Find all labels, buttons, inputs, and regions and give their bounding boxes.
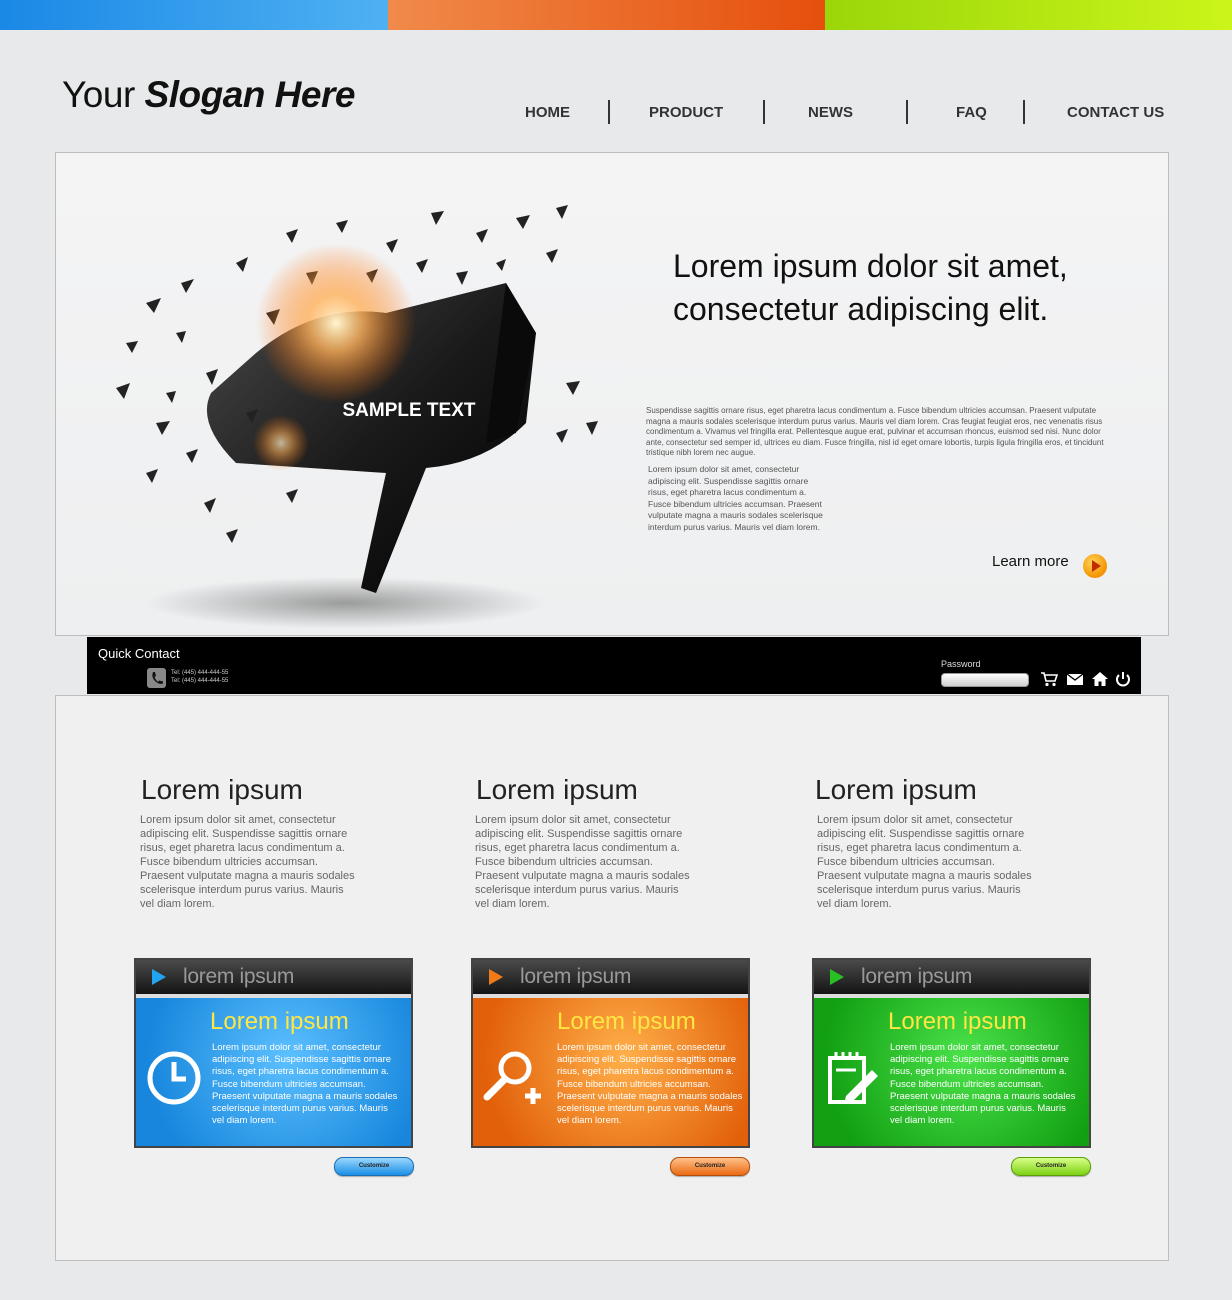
card-title: Lorem ipsum: [888, 1008, 1027, 1035]
feature-card-orange: lorem ipsum Lorem ipsum Lorem ipsum dolo…: [471, 958, 750, 1148]
nav-separator: [763, 100, 765, 124]
customize-button[interactable]: Customize: [1011, 1157, 1091, 1176]
hero-art-label: SAMPLE TEXT: [342, 400, 475, 421]
home-icon[interactable]: [1090, 669, 1110, 689]
card-title: Lorem ipsum: [557, 1008, 696, 1035]
customize-button[interactable]: Customize: [334, 1157, 414, 1176]
phone-icon: [147, 668, 166, 688]
phone-number-2: Tel: (445) 444-444-55: [171, 678, 229, 684]
nav-separator: [608, 100, 610, 124]
content-section: Lorem ipsum Lorem ipsum dolor sit amet, …: [55, 695, 1169, 1261]
nav-item-product[interactable]: PRODUCT: [649, 104, 723, 121]
power-icon[interactable]: [1113, 669, 1133, 689]
card-text: Lorem ipsum dolor sit amet, consectetur …: [890, 1042, 1076, 1127]
nav-item-home[interactable]: HOME: [525, 104, 570, 121]
card-body: Lorem ipsum Lorem ipsum dolor sit amet, …: [814, 998, 1089, 1146]
main-nav: HOME PRODUCT NEWS FAQ CONTACT US: [0, 100, 1232, 126]
top-bar-orange-segment: [388, 0, 825, 30]
feature-card-blue: lorem ipsum Lorem ipsum Lorem ipsum dolo…: [134, 958, 413, 1148]
password-label: Password: [941, 659, 981, 669]
column-text: Lorem ipsum dolor sit amet, consectetur …: [817, 814, 1032, 910]
column-text: Lorem ipsum dolor sit amet, consectetur …: [140, 814, 355, 910]
card-header: lorem ipsum: [136, 960, 411, 998]
card-body: Lorem ipsum Lorem ipsum dolor sit amet, …: [473, 998, 748, 1146]
mail-icon[interactable]: [1065, 669, 1085, 689]
hero-title: Lorem ipsum dolor sit amet, consectetur …: [673, 248, 1068, 327]
learn-more-link[interactable]: Learn more: [992, 553, 1069, 570]
column-text: Lorem ipsum dolor sit amet, consectetur …: [475, 814, 690, 910]
nav-item-news[interactable]: NEWS: [808, 104, 853, 121]
nav-item-contact-us[interactable]: CONTACT US: [1067, 104, 1164, 121]
column-title: Lorem ipsum: [476, 774, 638, 805]
top-bar-green-segment: [825, 0, 1232, 30]
column-title: Lorem ipsum: [141, 774, 303, 805]
feature-card-green: lorem ipsum Lorem ipsum Lorem ipsum dolo…: [812, 958, 1091, 1148]
column-title: Lorem ipsum: [815, 774, 977, 805]
card-header: lorem ipsum: [814, 960, 1089, 998]
card-text: Lorem ipsum dolor sit amet, consectetur …: [557, 1042, 743, 1127]
cart-icon[interactable]: [1039, 669, 1059, 689]
top-bar-blue-segment: [0, 0, 388, 30]
nav-separator: [906, 100, 908, 124]
play-triangle-icon: [489, 969, 503, 985]
nav-item-faq[interactable]: FAQ: [956, 104, 987, 121]
card-header: lorem ipsum: [473, 960, 748, 998]
quick-contact-bar: Quick Contact Tel: (445) 444-444-55 Tel:…: [87, 637, 1141, 694]
hero-banner: SAMPLE TEXT Lorem ipsum dolor sit amet, …: [55, 152, 1169, 636]
nav-separator: [1023, 100, 1025, 124]
card-body: Lorem ipsum Lorem ipsum dolor sit amet, …: [136, 998, 411, 1146]
card-header-text: lorem ipsum: [861, 965, 973, 988]
card-title: Lorem ipsum: [210, 1008, 349, 1035]
hero-shattered-speech-bubble-graphic: SAMPLE TEXT: [116, 205, 598, 629]
quick-contact-title: Quick Contact: [98, 646, 180, 661]
phone-number-1: Tel: (445) 444-444-55: [171, 670, 229, 676]
card-header-text: lorem ipsum: [183, 965, 295, 988]
quick-contact-phones: Tel: (445) 444-444-55 Tel: (445) 444-444…: [171, 669, 228, 685]
play-triangle-icon: [830, 969, 844, 985]
top-color-bar: [0, 0, 1232, 30]
password-input[interactable]: [941, 673, 1029, 687]
notepad-pencil-icon: [828, 1052, 878, 1104]
clock-icon: [147, 1051, 201, 1105]
learn-more-play-icon[interactable]: [1083, 554, 1107, 578]
hero-paragraph-1: Suspendisse sagittis ornare risus, eget …: [646, 406, 1104, 457]
customize-button[interactable]: Customize: [670, 1157, 750, 1176]
card-header-text: lorem ipsum: [520, 965, 632, 988]
hero-paragraph-2: Lorem ipsum dolor sit amet, consectetur …: [648, 464, 823, 532]
zoom-in-icon: [483, 1051, 541, 1104]
card-text: Lorem ipsum dolor sit amet, consectetur …: [212, 1042, 398, 1127]
play-triangle-icon: [152, 969, 166, 985]
